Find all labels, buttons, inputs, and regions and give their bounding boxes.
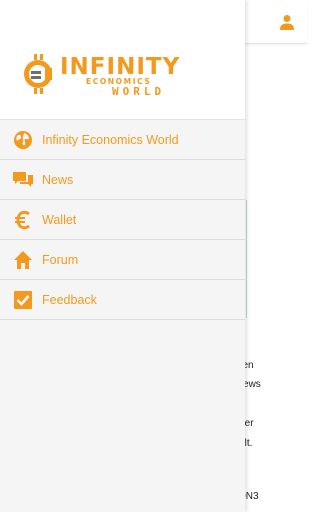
drawer-logo: INFINITY ECONOMICS WORLD bbox=[0, 0, 245, 120]
euro-icon bbox=[12, 209, 34, 231]
menu-item-label: Forum bbox=[42, 252, 79, 267]
menu-item-news[interactable]: News bbox=[0, 160, 245, 200]
menu-item-forum[interactable]: Forum bbox=[0, 240, 245, 280]
account-button[interactable] bbox=[273, 8, 301, 36]
home-icon bbox=[12, 249, 34, 271]
menu-item-label: Feedback bbox=[42, 292, 97, 307]
menu-item-label: Infinity Economics World bbox=[42, 132, 179, 147]
navigation-drawer: INFINITY ECONOMICS WORLD Infinity Econom… bbox=[0, 0, 245, 512]
checkbox-icon bbox=[12, 289, 34, 311]
menu-item-infinity-economics-world[interactable]: Infinity Economics World bbox=[0, 120, 245, 160]
user-icon bbox=[280, 15, 294, 30]
menu-item-wallet[interactable]: Wallet bbox=[0, 200, 245, 240]
menu-item-label: News bbox=[42, 172, 74, 187]
infinity-logo-icon bbox=[24, 54, 52, 94]
globe-icon bbox=[12, 129, 34, 151]
logo-title: INFINITY bbox=[60, 54, 181, 80]
drawer-menu: Infinity Economics World News Wallet For… bbox=[0, 120, 245, 320]
logo-world: WORLD bbox=[112, 85, 166, 98]
menu-item-label: Wallet bbox=[42, 212, 77, 227]
menu-item-feedback[interactable]: Feedback bbox=[0, 280, 245, 320]
chat-bubbles-icon bbox=[12, 169, 34, 191]
